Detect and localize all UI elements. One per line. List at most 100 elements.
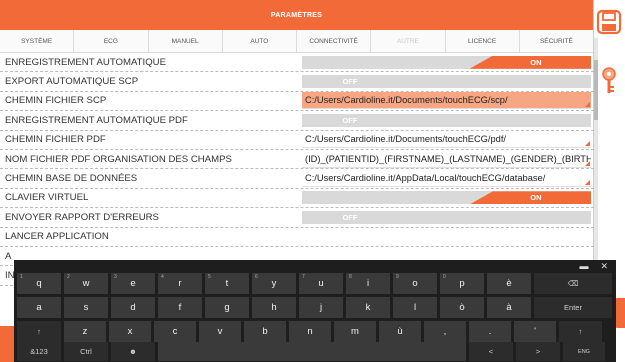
save-icon[interactable] (596, 9, 622, 35)
setting-label: CHEMIN FICHIER PDF (5, 134, 106, 146)
key-o[interactable]: 9o (393, 273, 437, 294)
shift-key-left[interactable]: ↑ (17, 321, 61, 342)
language-key[interactable]: ENG (563, 342, 605, 361)
ctrl-key[interactable]: Ctrl (64, 342, 108, 361)
key-r[interactable]: 4r (158, 273, 202, 294)
backspace-key[interactable]: ⌫ (534, 273, 612, 294)
keyboard-row-1: 1q 2w 3e 4r 5t 6y 7u 8i 9o 0p è ⌫ (17, 273, 612, 294)
key-l[interactable]: l (393, 297, 437, 318)
toggle-state: OFF (342, 77, 358, 87)
edit-corner-icon (585, 180, 590, 186)
key-a-grave[interactable]: à (487, 297, 531, 318)
virtual-keyboard: ▬ ✕ 1q 2w 3e 4r 5t 6y 7u 8i 9o 0p è ⌫ a … (14, 260, 616, 362)
keyboard-row-3: ↑ z x c v b n m ù , . ' ↑ (17, 321, 602, 342)
pdf-path-value: C:/Users/Cardioline.it/Documents/touchEC… (305, 134, 506, 145)
cursor-left-key[interactable]: < (469, 342, 513, 361)
tab-bar: SYSTÈME ECG MANUEL AUTO CONNECTIVITÉ AUT… (0, 30, 593, 53)
toggle-state: ON (530, 57, 542, 67)
shift-key-right[interactable]: ↑ (559, 321, 602, 342)
toggle-state: OFF (342, 115, 358, 125)
key-c[interactable]: c (154, 321, 196, 342)
minimize-icon[interactable]: ▬ (579, 261, 588, 272)
space-key[interactable] (158, 342, 466, 361)
key-e-grave[interactable]: è (487, 273, 531, 294)
emoji-key[interactable]: ☻ (111, 342, 155, 361)
key-e[interactable]: 3e (111, 273, 155, 294)
key-comma[interactable]: , (424, 321, 466, 342)
key-apostrophe[interactable]: ' (514, 321, 556, 342)
tab-license[interactable]: LICENCE (446, 30, 520, 52)
key-n[interactable]: n (289, 321, 331, 342)
keyboard-row-2: a s d f g h j k l ò à Enter (17, 297, 612, 318)
key-u-grave[interactable]: ù (379, 321, 421, 342)
setting-row-scp-path: CHEMIN FICHIER SCP C:/Users/Cardioline.i… (0, 92, 594, 112)
key-h[interactable]: h (252, 297, 296, 318)
key-f[interactable]: f (158, 297, 202, 318)
edit-corner-icon (585, 160, 590, 166)
enter-key[interactable]: Enter (534, 297, 612, 318)
auto-export-scp-toggle[interactable]: OFF (302, 75, 591, 89)
close-icon[interactable]: ✕ (600, 261, 608, 272)
auto-save-toggle[interactable]: ON (302, 55, 591, 69)
numbers-symbols-key[interactable]: &123 (17, 342, 61, 361)
key-j[interactable]: j (299, 297, 343, 318)
tab-other[interactable]: AUTRE (371, 30, 446, 52)
key-g[interactable]: g (205, 297, 249, 318)
key-s[interactable]: s (64, 297, 108, 318)
tab-manual[interactable]: MANUEL (149, 30, 223, 52)
setting-label: CLAVIER VIRTUEL (5, 192, 89, 204)
edit-corner-icon (585, 102, 590, 108)
key-b[interactable]: b (244, 321, 286, 342)
key-a[interactable]: a (17, 297, 61, 318)
setting-label: NOM FICHIER PDF ORGANISATION DES CHAMPS (5, 153, 232, 165)
tab-system[interactable]: SYSTÈME (0, 30, 75, 52)
key-u[interactable]: 7u (299, 273, 343, 294)
keyboard-row-4: &123 Ctrl ☻ < > ENG (17, 342, 605, 361)
key-o-grave[interactable]: ò (440, 297, 484, 318)
tab-ecg[interactable]: ECG (74, 30, 149, 52)
edit-corner-icon (585, 141, 590, 147)
auto-save-pdf-toggle[interactable]: OFF (302, 113, 591, 127)
setting-row-auto-save: ENREGISTREMENT AUTOMATIQUE ON (0, 53, 594, 73)
setting-row-virtual-keyboard: CLAVIER VIRTUEL ON (0, 189, 594, 209)
setting-label: ENREGISTREMENT AUTOMATIQUE (5, 56, 166, 68)
setting-row-launch-application[interactable]: LANCER APPLICATION (0, 228, 594, 247)
toggle-state: ON (530, 193, 542, 203)
key-icon[interactable] (598, 66, 620, 96)
key-z[interactable]: z (64, 321, 106, 342)
key-m[interactable]: m (334, 321, 376, 342)
key-period[interactable]: . (469, 321, 511, 342)
setting-row-send-error-report: ENVOYER RAPPORT D'ERREURS OFF (0, 208, 594, 228)
setting-label: CHEMIN FICHIER SCP (5, 95, 107, 107)
virtual-keyboard-toggle[interactable]: ON (302, 191, 591, 205)
pdf-path-field[interactable]: C:/Users/Cardioline.it/Documents/touchEC… (302, 131, 591, 149)
setting-row-pdf-name-format: NOM FICHIER PDF ORGANISATION DES CHAMPS … (0, 150, 594, 170)
setting-row-database-path: CHEMIN BASE DE DONNÉES C:/Users/Cardioli… (0, 169, 594, 189)
key-v[interactable]: v (199, 321, 241, 342)
key-w[interactable]: 2w (64, 273, 108, 294)
setting-label: EXPORT AUTOMATIQUE SCP (5, 76, 139, 88)
tab-connectivity[interactable]: CONNECTIVITÉ (297, 30, 372, 52)
setting-label: ENREGISTREMENT AUTOMATIQUE PDF (5, 114, 188, 126)
key-k[interactable]: k (346, 297, 390, 318)
setting-label: ENVOYER RAPPORT D'ERREURS (5, 211, 159, 223)
key-d[interactable]: d (111, 297, 155, 318)
key-i[interactable]: 8i (346, 273, 390, 294)
cursor-right-key[interactable]: > (516, 342, 560, 361)
tab-auto[interactable]: AUTO (223, 30, 297, 52)
setting-label: LANCER APPLICATION (5, 231, 109, 243)
scp-path-field[interactable]: C:/Users/Cardioline.it/Documents/touchEC… (302, 92, 591, 110)
key-q[interactable]: 1q (17, 273, 61, 294)
send-error-report-toggle[interactable]: OFF (302, 210, 591, 224)
pdf-name-format-field[interactable]: (ID)_(PATIENTID)_(FIRSTNAME)_(LASTNAME)_… (302, 150, 591, 168)
key-x[interactable]: x (109, 321, 151, 342)
tab-security[interactable]: SÉCURITÉ (520, 30, 593, 52)
scp-path-value: C:/Users/Cardioline.it/Documents/touchEC… (305, 95, 508, 106)
settings-list: ENREGISTREMENT AUTOMATIQUE ON EXPORT AUT… (0, 53, 594, 286)
database-path-value: C:/Users/Cardioline.it/AppData/Local/tou… (305, 173, 546, 184)
database-path-field[interactable]: C:/Users/Cardioline.it/AppData/Local/tou… (302, 170, 591, 188)
setting-label: CHEMIN BASE DE DONNÉES (5, 173, 138, 185)
key-p[interactable]: 0p (440, 273, 484, 294)
key-y[interactable]: 6y (252, 273, 296, 294)
key-t[interactable]: 5t (205, 273, 249, 294)
